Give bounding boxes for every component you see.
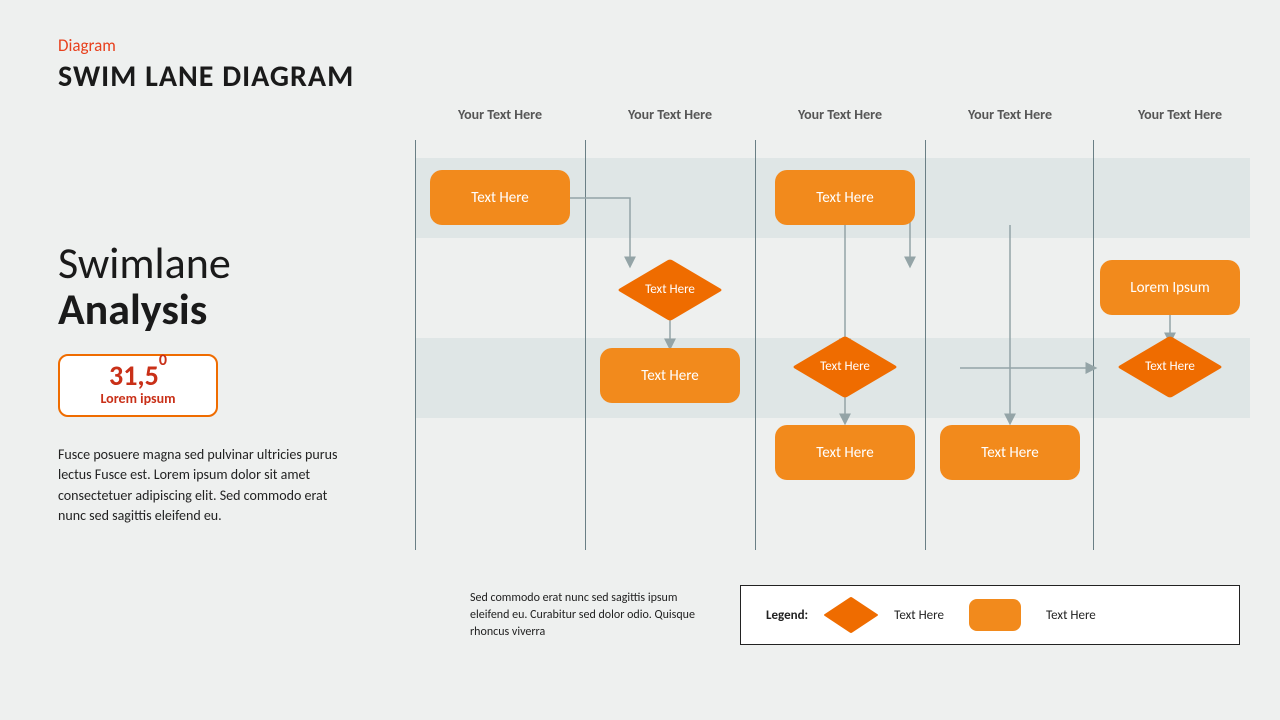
process-node[interactable]: Text Here <box>775 170 915 225</box>
legend-process-icon <box>969 599 1021 631</box>
lane-divider <box>755 140 756 550</box>
body-text: Fusce posuere magna sed pulvinar ultrici… <box>58 445 358 526</box>
lane-header: Your Text Here <box>415 106 585 123</box>
footnote-text: Sed commodo erat nunc sed sagittis ipsum… <box>470 590 710 640</box>
metric-box: 31,50 Lorem ipsum <box>58 354 218 417</box>
decision-node[interactable]: Text Here <box>630 265 710 315</box>
metric-value: 31,50 <box>109 362 167 390</box>
decision-node[interactable]: Text Here <box>805 342 885 392</box>
page-title: SWIM LANE DIAGRAM <box>58 58 354 95</box>
legend-decision-label: Text Here <box>894 608 944 623</box>
decision-node[interactable]: Text Here <box>1130 342 1210 392</box>
decision-node-label: Text Here <box>1145 360 1195 374</box>
lane-divider <box>925 140 926 550</box>
analysis-line2: Analysis <box>58 282 207 336</box>
metric-value-number: 31,5 <box>109 358 159 393</box>
process-node[interactable]: Text Here <box>600 348 740 403</box>
legend-process-label: Text Here <box>1046 608 1096 623</box>
process-node[interactable]: Lorem Ipsum <box>1100 260 1240 315</box>
legend-title: Legend: <box>766 608 808 623</box>
process-node[interactable]: Text Here <box>775 425 915 480</box>
category-label: Diagram <box>58 35 116 56</box>
lane-header: Your Text Here <box>925 106 1095 123</box>
swimlane-diagram: Your Text Here Your Text Here Your Text … <box>415 120 1250 550</box>
decision-node-label: Text Here <box>820 360 870 374</box>
metric-value-sup: 0 <box>159 351 167 370</box>
lane-header: Your Text Here <box>1095 106 1265 123</box>
process-node[interactable]: Text Here <box>430 170 570 225</box>
legend-decision-icon <box>833 597 869 633</box>
lane-divider <box>1093 140 1094 550</box>
lane-divider <box>415 140 416 550</box>
lane-header: Your Text Here <box>755 106 925 123</box>
analysis-heading: Swimlane Analysis <box>58 240 231 332</box>
decision-node-label: Text Here <box>645 283 695 297</box>
lane-divider <box>585 140 586 550</box>
process-node[interactable]: Text Here <box>940 425 1080 480</box>
legend: Legend: Text Here Text Here <box>740 585 1240 645</box>
lane-header: Your Text Here <box>585 106 755 123</box>
